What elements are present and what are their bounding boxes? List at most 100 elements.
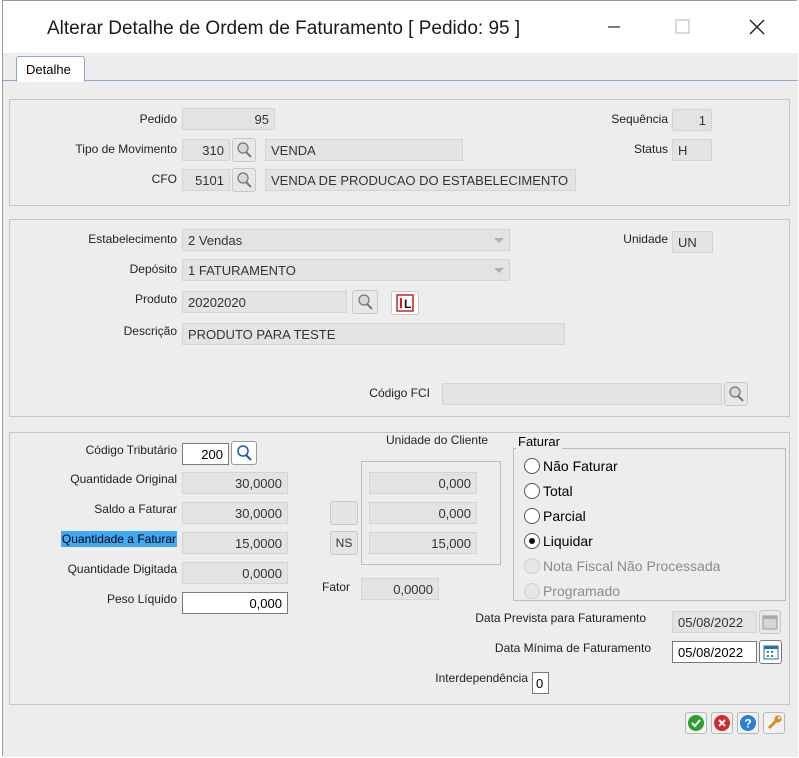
radio-liquidar[interactable]: Liquidar — [524, 533, 593, 549]
quantidade-faturar-field: 15,0000 — [182, 532, 288, 554]
tools-button[interactable] — [763, 712, 785, 734]
descricao-label: Descrição — [123, 324, 177, 338]
svg-text:?: ? — [744, 717, 751, 731]
dialog-window: Alterar Detalhe de Ordem de Faturamento … — [2, 0, 798, 757]
header-panel: Pedido 95 Tipo de Movimento 310 VENDA CF… — [9, 99, 790, 206]
data-prevista-field: 05/08/2022 — [672, 611, 757, 633]
data-minima-input[interactable]: 05/08/2022 — [672, 641, 757, 663]
quantity-panel: Código Tributário 200 Quantidade Origina… — [9, 432, 790, 705]
minimize-icon — [608, 26, 620, 28]
radio-button-icon — [524, 583, 540, 599]
title-bar: Alterar Detalhe de Ordem de Faturamento … — [3, 1, 798, 53]
search-icon — [237, 445, 252, 461]
svg-text:L: L — [404, 297, 411, 311]
descricao-field: PRODUTO PARA TESTE — [182, 323, 565, 345]
radio-label: Programado — [543, 583, 621, 599]
cfo-code-field: 5101 — [182, 169, 230, 191]
radio-button-icon — [524, 558, 540, 574]
cliente-value-2: 0,000 — [369, 502, 477, 524]
saldo-faturar-field: 30,0000 — [182, 502, 288, 524]
search-icon — [358, 294, 373, 310]
radio-programado: Programado — [524, 583, 620, 599]
tipo-movimento-lookup-button[interactable] — [232, 138, 256, 162]
tab-strip: Detalhe — [3, 53, 798, 82]
radio-label: Não Faturar — [543, 458, 618, 474]
produto-detail-button[interactable]: L — [391, 291, 419, 315]
tools-icon — [767, 715, 782, 730]
maximize-icon — [675, 19, 690, 34]
radio-label: Nota Fiscal Não Processada — [543, 558, 721, 574]
interdependencia-input[interactable]: 0 — [532, 672, 549, 694]
cancel-button[interactable] — [711, 712, 733, 734]
confirm-button[interactable] — [685, 712, 707, 734]
pedido-label: Pedido — [139, 112, 177, 126]
radio-total[interactable]: Total — [524, 483, 573, 499]
quantidade-faturar-label-text: Quantidade a Faturar — [60, 531, 177, 547]
minimize-button[interactable] — [591, 7, 637, 47]
data-minima-label: Data Mínima de Faturamento — [494, 641, 651, 655]
ns-button[interactable]: NS — [330, 531, 358, 555]
radio-label: Liquidar — [543, 533, 593, 549]
dialog-client: Detalhe Pedido 95 Tipo de Movimento 310 … — [3, 53, 798, 757]
radio-parcial[interactable]: Parcial — [524, 508, 586, 524]
estabelecimento-label: Estabelecimento — [88, 232, 177, 246]
estabelecimento-value: 2 Vendas — [188, 233, 243, 248]
cancel-icon — [714, 715, 730, 731]
codigo-tributario-label: Código Tributário — [85, 443, 177, 457]
quantidade-digitada-label: Quantidade Digitada — [67, 562, 177, 576]
produto-field: 20202020 — [182, 291, 347, 313]
deposito-value: 1 FATURAMENTO — [188, 263, 296, 278]
maximize-button[interactable] — [660, 7, 706, 47]
deposito-label: Depósito — [129, 262, 177, 276]
help-button[interactable]: ? — [737, 712, 759, 734]
interdependencia-label: Interdependência — [435, 671, 528, 685]
chevron-down-icon — [494, 238, 504, 243]
search-icon — [729, 386, 744, 402]
search-icon — [237, 142, 252, 158]
radio-button-icon — [524, 458, 540, 474]
close-button[interactable] — [734, 7, 780, 47]
codigo-tributario-search-button[interactable] — [231, 441, 257, 465]
produto-lookup-button[interactable] — [352, 290, 378, 314]
confirm-icon — [688, 715, 704, 731]
radio-button-icon — [524, 483, 540, 499]
codigo-fci-label: Código FCI — [369, 386, 430, 400]
cfo-lookup-button[interactable] — [232, 168, 256, 192]
peso-liquido-input[interactable]: 0,000 — [182, 592, 288, 614]
fator-label: Fator — [321, 580, 350, 594]
help-icon: ? — [740, 715, 756, 731]
blank-action-button[interactable] — [330, 501, 358, 525]
radio-label: Total — [543, 483, 573, 499]
saldo-faturar-label: Saldo a Faturar — [94, 502, 177, 516]
peso-liquido-label: Peso Líquido — [106, 592, 177, 606]
close-icon — [749, 19, 765, 35]
unidade-field: UN — [672, 231, 713, 253]
radio-nota-fiscal-nao-processada: Nota Fiscal Não Processada — [524, 558, 720, 574]
data-prevista-calendar-button — [759, 610, 781, 634]
tipo-movimento-label: Tipo de Movimento — [75, 142, 177, 156]
sequencia-label: Sequência — [611, 112, 668, 126]
document-icon: L — [396, 294, 414, 312]
radio-nao-faturar[interactable]: Não Faturar — [524, 458, 618, 474]
codigo-fci-lookup-button[interactable] — [724, 382, 748, 406]
radio-label: Parcial — [543, 508, 586, 524]
status-label: Status — [633, 142, 668, 156]
data-minima-calendar-button[interactable] — [759, 640, 782, 664]
window-title: Alterar Detalhe de Ordem de Faturamento … — [47, 18, 521, 39]
codigo-tributario-input[interactable]: 200 — [182, 443, 229, 465]
faturar-group-title: Faturar — [516, 434, 562, 449]
pedido-field: 95 — [182, 108, 275, 130]
produto-label: Produto — [134, 292, 177, 306]
status-field: H — [672, 139, 712, 161]
estabelecimento-select[interactable]: 2 Vendas — [182, 229, 510, 251]
deposito-select[interactable]: 1 FATURAMENTO — [182, 259, 510, 281]
tab-detalhe[interactable]: Detalhe — [16, 56, 85, 82]
calendar-icon — [762, 615, 778, 630]
fator-field: 0,0000 — [361, 578, 439, 600]
product-panel: Estabelecimento 2 Vendas Depósito 1 FATU… — [9, 219, 790, 417]
cliente-value-3: 15,000 — [369, 532, 477, 554]
unidade-cliente-label: Unidade do Cliente — [386, 433, 489, 447]
unidade-label: Unidade — [623, 232, 668, 246]
cliente-value-1: 0,000 — [369, 472, 477, 494]
calendar-icon — [763, 645, 778, 660]
